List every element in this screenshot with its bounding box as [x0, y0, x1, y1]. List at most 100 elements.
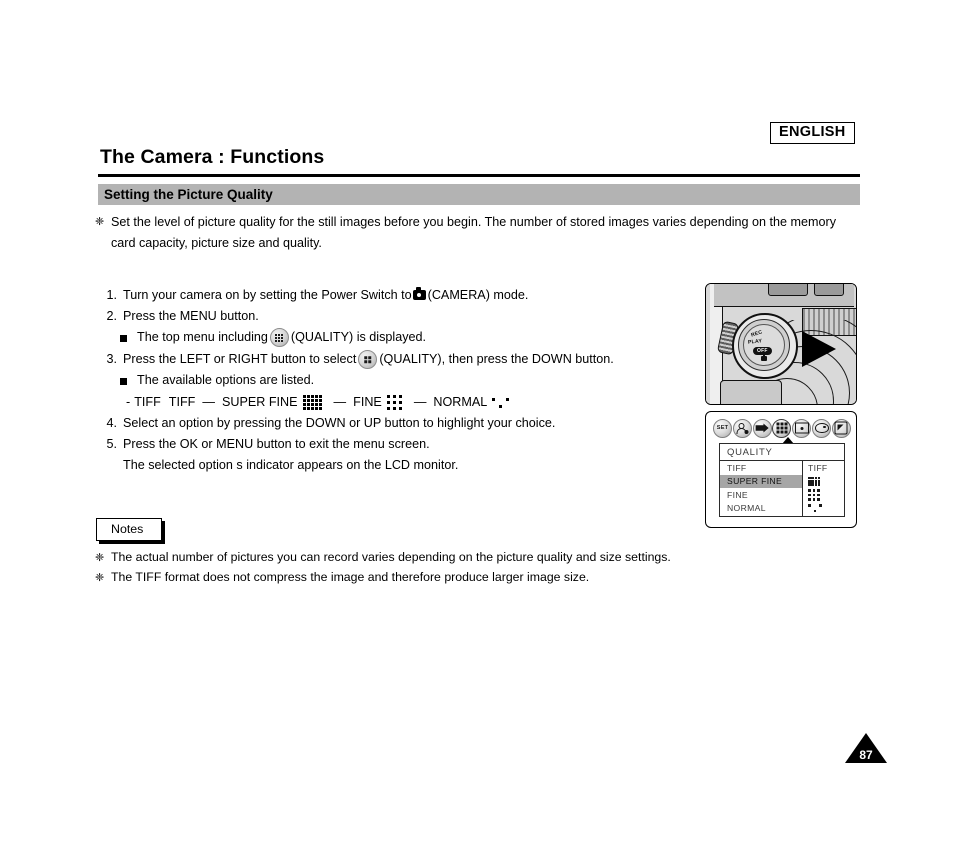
- step-1-text-before: Turn your camera on by setting the Power…: [123, 288, 412, 302]
- lcd-menu-illustration: SET QUALITY TIFF TIFF SUPER FINE FINE NO…: [705, 411, 857, 528]
- step-3-substep: The available options are listed.: [95, 370, 665, 392]
- normal-pattern-icon: [492, 397, 510, 408]
- step-2-substep-text-after: (QUALITY) is displayed.: [290, 330, 426, 344]
- dial-camera-mode-icon: [761, 354, 767, 361]
- dial-label-play: PLAY: [747, 338, 763, 346]
- white-balance-icon: [812, 418, 832, 438]
- manual-page: ENGLISH The Camera : Functions Setting t…: [0, 0, 954, 859]
- note-text: The actual number of pictures you can re…: [111, 550, 671, 564]
- step-3: 3. Press the LEFT or RIGHT button to sel…: [95, 349, 665, 370]
- option-superfine-label: SUPER FINE: [221, 395, 298, 409]
- camera-bottom-panel: [720, 380, 782, 404]
- option-indicator-pattern: [808, 502, 842, 516]
- step-3-number: 3.: [106, 352, 117, 366]
- step-1-number: 1.: [106, 288, 117, 302]
- step-3-text-after: (QUALITY), then press the DOWN button.: [379, 352, 614, 366]
- square-bullet-icon: [120, 370, 137, 392]
- step-5: 5. Press the OK or MENU button to exit t…: [95, 434, 665, 455]
- quality-menu-icon: [358, 350, 378, 370]
- option-label: TIFF: [727, 462, 747, 473]
- quality-icon[interactable]: [772, 418, 792, 438]
- option-indicator-pattern: [808, 475, 842, 489]
- option-indicator-pattern: [808, 488, 842, 502]
- step-4-text: Select an option by pressing the DOWN or…: [123, 416, 556, 430]
- step-2-substep-text-before: The top menu including: [137, 330, 268, 344]
- step-3-text-before: Press the LEFT or RIGHT button to select: [123, 352, 357, 366]
- option-label: FINE: [727, 489, 748, 500]
- option-separator: —: [413, 395, 427, 409]
- normal-pattern-icon: [808, 504, 822, 513]
- step-2-number: 2.: [106, 309, 117, 323]
- flower-bullet-icon: ❈: [95, 552, 105, 564]
- option-tiff-label: TIFF: [134, 395, 161, 409]
- step-5-text: Press the OK or MENU button to exit the …: [123, 437, 430, 451]
- step-3-body: Press the LEFT or RIGHT button to select…: [123, 349, 665, 370]
- intro-bullet-item: ❈ Set the level of picture quality for t…: [95, 212, 855, 254]
- quality-options-list: TIFF TIFF SUPER FINE FINE NORMAL: [720, 461, 827, 516]
- quality-menu-icon: [269, 328, 289, 348]
- note-text: The TIFF format does not compress the im…: [111, 570, 590, 584]
- notes-tab-label: Notes: [96, 518, 163, 541]
- language-badge: ENGLISH: [770, 122, 855, 144]
- set-icon: SET: [713, 418, 732, 438]
- quality-option-normal[interactable]: NORMAL: [720, 502, 822, 516]
- option-label: SUPER FINE: [727, 476, 783, 487]
- fine-pattern-icon: [386, 395, 402, 410]
- page-title: The Camera : Functions: [100, 146, 325, 168]
- step-2-text: Press the MENU button.: [123, 309, 259, 323]
- square-bullet-icon: [120, 327, 137, 349]
- step-5-extra-text: The selected option s indicator appears …: [123, 458, 459, 472]
- notes-list: ❈ The actual number of pictures you can …: [95, 548, 855, 588]
- flash-icon: [752, 418, 772, 438]
- note-item: ❈ The actual number of pictures you can …: [95, 548, 855, 568]
- step-2-substep-body: The top menu including (QUALITY) is displ…: [137, 327, 665, 348]
- intro-paragraph: ❈ Set the level of picture quality for t…: [95, 212, 855, 254]
- camera-top-button-secondary: [814, 284, 844, 296]
- power-switch-dial: REC PLAY OFF: [732, 313, 798, 379]
- option-label: NORMAL: [727, 503, 766, 514]
- fine-pattern-icon: [808, 489, 820, 501]
- quality-menu-title: QUALITY: [720, 444, 844, 461]
- step-5-number: 5.: [106, 437, 117, 451]
- power-dial-face: REC PLAY OFF: [743, 324, 785, 366]
- menu-divider: [802, 461, 804, 516]
- step-4: 4. Select an option by pressing the DOWN…: [95, 413, 665, 434]
- option-separator: —: [333, 395, 347, 409]
- lcd-top-menu-icons: SET: [713, 418, 851, 438]
- step-2: 2. Press the MENU button.: [95, 306, 665, 327]
- note-item: ❈ The TIFF format does not compress the …: [95, 568, 855, 588]
- self-timer-icon: [732, 418, 752, 438]
- power-dial-ring: REC PLAY OFF: [738, 319, 790, 371]
- instruction-steps: 1. Turn your camera on by setting the Po…: [95, 285, 665, 476]
- title-divider: [98, 174, 860, 177]
- option-separator: —: [202, 395, 215, 409]
- quality-option-list: - TIFF TIFF — SUPER FINE — FINE — NORMAL: [95, 392, 665, 413]
- flower-bullet-icon: ❈: [95, 572, 105, 584]
- page-number: 87: [859, 748, 873, 762]
- quality-option-super-fine[interactable]: SUPER FINE: [720, 474, 821, 488]
- pointer-arrow-icon: [802, 331, 836, 367]
- option-indicator-text: TIFF: [808, 462, 828, 473]
- step-1-text-after: (CAMERA) mode.: [427, 288, 529, 302]
- section-title: Setting the Picture Quality: [104, 187, 273, 202]
- step-4-number: 4.: [106, 416, 117, 430]
- camera-illustration-inner: REC PLAY OFF: [706, 284, 856, 404]
- lcd-screen-icon: [792, 418, 812, 438]
- superfine-pattern-icon: [808, 476, 821, 486]
- option-fine-label: FINE: [353, 395, 382, 409]
- step-1: 1. Turn your camera on by setting the Po…: [95, 285, 665, 306]
- step-3-substep-text: The available options are listed.: [137, 373, 315, 387]
- step-1-body: Turn your camera on by setting the Power…: [123, 285, 665, 306]
- effect-icon: [831, 418, 851, 438]
- camera-body-illustration: REC PLAY OFF: [705, 283, 857, 405]
- quality-option-fine[interactable]: FINE: [720, 488, 820, 502]
- option-tiff-indicator: TIFF: [168, 395, 196, 409]
- camera-top-button: [768, 284, 808, 296]
- intro-bullet-text: Set the level of picture quality for the…: [111, 215, 837, 250]
- option-normal-label: NORMAL: [433, 395, 488, 409]
- quality-menu-box: QUALITY TIFF TIFF SUPER FINE FINE NORMAL: [719, 443, 845, 517]
- quality-option-tiff[interactable]: TIFF TIFF: [720, 461, 827, 475]
- superfine-pattern-icon: [302, 395, 322, 410]
- flower-bullet-icon: ❈: [95, 216, 105, 228]
- step-2-substep: The top menu including (QUALITY) is displ…: [95, 327, 665, 349]
